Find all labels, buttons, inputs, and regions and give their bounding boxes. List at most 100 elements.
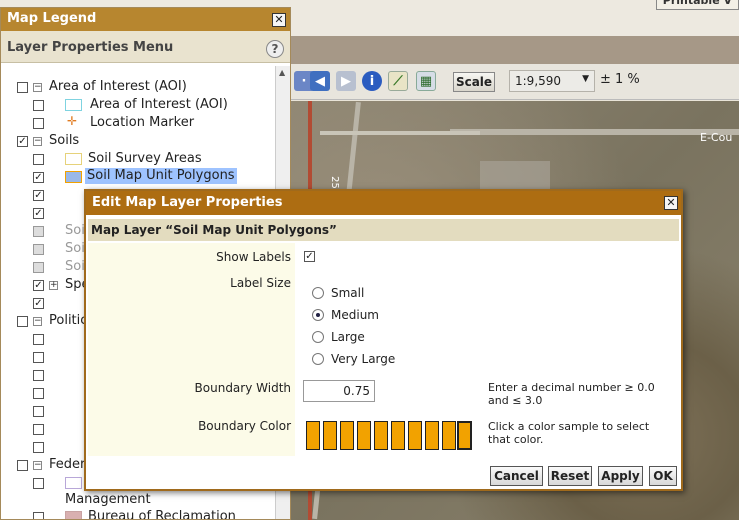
size-small-radio[interactable]	[312, 287, 324, 299]
layer-checkbox[interactable]: ✓	[17, 136, 28, 147]
scale-value: 1:9,590	[515, 74, 562, 88]
layer-soi-2: Soi	[65, 241, 85, 256]
layer-checkbox[interactable]	[33, 406, 44, 417]
layer-location-marker: Location Marker	[90, 115, 195, 130]
close-icon[interactable]: ✕	[664, 196, 678, 210]
size-large-label: Large	[331, 330, 365, 344]
dialog-subtitle: Map Layer “Soil Map Unit Polygons”	[88, 219, 679, 241]
collapse-icon[interactable]: −	[33, 83, 42, 92]
color-chip[interactable]	[357, 421, 371, 450]
layer-bureau-of-reclamation: Bureau of Reclamation	[88, 509, 236, 520]
legend-title: Map Legend	[1, 8, 290, 31]
measure-icon[interactable]: ⟋	[388, 71, 408, 91]
color-chip[interactable]	[408, 421, 422, 450]
layer-checkbox[interactable]: ✓	[33, 280, 44, 291]
color-chip-selected[interactable]	[457, 421, 472, 450]
boundary-color-label: Boundary Color	[198, 419, 291, 433]
scroll-up-icon[interactable]: ▲	[279, 68, 285, 77]
layer-checkbox[interactable]: ✓	[33, 190, 44, 201]
layer-checkbox[interactable]	[33, 118, 44, 129]
layer-checkbox[interactable]	[33, 512, 44, 519]
color-chip[interactable]	[374, 421, 388, 450]
back-arrow-icon[interactable]: ◀	[310, 71, 330, 91]
color-chip[interactable]	[306, 421, 320, 450]
scale-button[interactable]: Scale	[453, 72, 495, 92]
color-chip[interactable]	[425, 421, 439, 450]
layer-soi-1: Soi	[65, 223, 85, 238]
layer-group-aoi: Area of Interest (AOI)	[49, 79, 187, 94]
collapse-icon[interactable]: −	[33, 137, 42, 146]
federal-swatch	[65, 477, 82, 489]
collapse-icon[interactable]: −	[33, 317, 42, 326]
size-medium-radio[interactable]	[312, 309, 324, 321]
show-labels-checkbox[interactable]: ✓	[304, 251, 315, 262]
map-road	[450, 129, 739, 135]
layer-checkbox[interactable]	[33, 226, 44, 237]
collapse-icon[interactable]: −	[33, 461, 42, 470]
ok-button[interactable]: OK	[649, 466, 677, 486]
header-band	[290, 36, 739, 64]
soil-map-unit-swatch	[65, 171, 82, 183]
info-icon[interactable]: i	[362, 71, 382, 91]
color-chip[interactable]	[323, 421, 337, 450]
location-marker-icon: ✛	[67, 114, 78, 128]
size-large-radio[interactable]	[312, 331, 324, 343]
boundary-width-label: Boundary Width	[194, 381, 291, 395]
color-chip[interactable]	[442, 421, 456, 450]
layer-soil-survey-areas: Soil Survey Areas	[88, 151, 202, 166]
layer-checkbox[interactable]	[33, 352, 44, 363]
close-icon[interactable]: ✕	[272, 13, 286, 27]
boundary-width-input[interactable]: 0.75	[303, 380, 375, 402]
map-buildings	[480, 161, 550, 191]
layer-checkbox[interactable]	[17, 460, 28, 471]
map-road	[320, 131, 480, 135]
size-very-large-radio[interactable]	[312, 353, 324, 365]
layer-checkbox[interactable]: ✓	[33, 208, 44, 219]
layer-checkbox[interactable]	[33, 262, 44, 273]
edit-layer-dialog: Edit Map Layer Properties ✕ Map Layer “S…	[84, 189, 683, 491]
layers-icon[interactable]: ▦	[416, 71, 436, 91]
soil-survey-swatch	[65, 153, 82, 165]
layer-checkbox[interactable]	[33, 424, 44, 435]
boundary-width-hint: Enter a decimal number ≥ 0.0 and ≤ 3.0	[488, 381, 655, 407]
layer-properties-menu-title: Layer Properties Menu	[1, 31, 290, 63]
show-labels-label: Show Labels	[216, 250, 291, 264]
label-size-label: Label Size	[230, 276, 291, 290]
printable-version-button[interactable]: Printable V	[655, 0, 739, 10]
scale-accuracy: ± 1 %	[600, 72, 640, 87]
scale-select[interactable]: 1:9,590 ▼	[509, 70, 595, 92]
bureau-swatch	[65, 511, 82, 519]
layer-checkbox[interactable]	[33, 370, 44, 381]
layer-soil-map-unit-polygons[interactable]: Soil Map Unit Polygons	[85, 168, 237, 184]
layer-group-federal: Feder	[49, 457, 86, 472]
expand-icon[interactable]: +	[49, 281, 58, 290]
layer-checkbox[interactable]	[17, 316, 28, 327]
layer-checkbox[interactable]	[33, 478, 44, 489]
layer-checkbox[interactable]: ✓	[33, 172, 44, 183]
forward-arrow-icon[interactable]: ▶	[336, 71, 356, 91]
cancel-button[interactable]: Cancel	[490, 466, 543, 486]
layer-checkbox[interactable]	[33, 442, 44, 453]
layer-checkbox[interactable]	[33, 334, 44, 345]
size-small-label: Small	[331, 286, 365, 300]
road-label: E-Cou	[700, 131, 733, 144]
apply-button[interactable]: Apply	[598, 466, 643, 486]
size-medium-label: Medium	[331, 308, 379, 322]
reset-button[interactable]: Reset	[548, 466, 592, 486]
boundary-color-hint: Click a color sample to select that colo…	[488, 420, 650, 446]
layer-checkbox[interactable]: ✓	[33, 298, 44, 309]
aoi-swatch	[65, 99, 82, 111]
layer-checkbox[interactable]	[33, 388, 44, 399]
color-chip[interactable]	[340, 421, 354, 450]
layer-checkbox[interactable]	[33, 100, 44, 111]
layer-checkbox[interactable]	[17, 82, 28, 93]
size-very-large-label: Very Large	[331, 352, 396, 366]
layer-soi-3: Soi	[65, 259, 85, 274]
help-icon[interactable]: ?	[266, 40, 284, 58]
dialog-title: Edit Map Layer Properties	[86, 191, 681, 215]
color-chip[interactable]	[391, 421, 405, 450]
layer-checkbox[interactable]	[33, 244, 44, 255]
layer-management: Management	[65, 492, 151, 507]
layer-checkbox[interactable]	[33, 154, 44, 165]
road-number: 25	[328, 176, 340, 189]
